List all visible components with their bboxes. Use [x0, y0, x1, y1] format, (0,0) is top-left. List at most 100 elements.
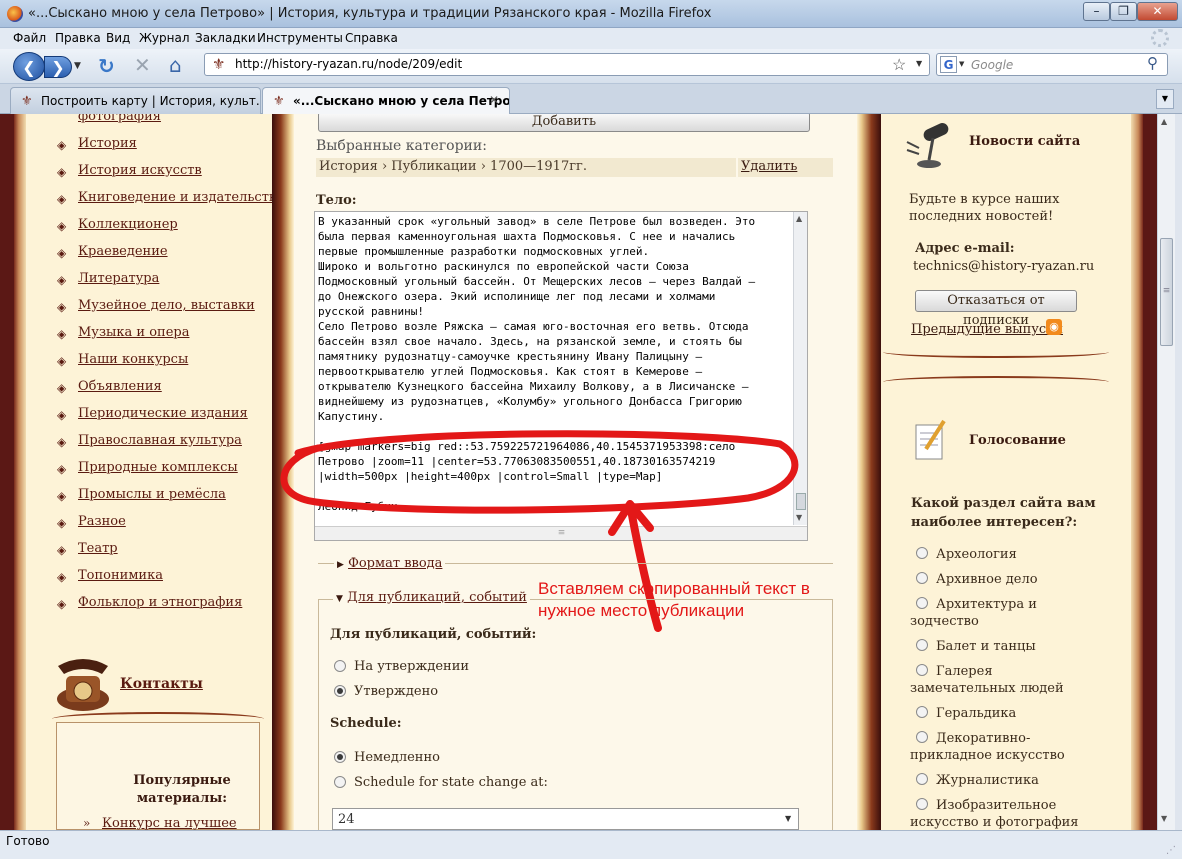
back-button[interactable]: ❮ — [13, 52, 45, 81]
sidebar-item-photo[interactable]: фотография — [78, 114, 161, 124]
poll-option-label[interactable]: Балет и танцы — [910, 638, 1090, 655]
tab-build-map[interactable]: ⚜ Построить карту | История, культ... — [10, 87, 261, 114]
sidebar-category-item[interactable]: История искусств — [78, 163, 202, 178]
body-line[interactable]: Село Петрово возле Ряжска — самая юго-во… — [318, 319, 755, 334]
url-dropdown-icon[interactable]: ▼ — [916, 59, 922, 68]
sidebar-category-item[interactable]: Периодические издания — [78, 406, 248, 421]
menu-edit[interactable]: Правка — [55, 31, 101, 45]
radio-approved[interactable] — [334, 685, 346, 697]
poll-title: Голосование — [969, 433, 1066, 448]
contacts-link[interactable]: Контакты — [120, 676, 203, 692]
page-content: фотография ◈ История ◈ История искусств ◈ Кни… — [0, 114, 1157, 830]
input-format-link[interactable]: Формат ввода — [348, 556, 442, 571]
radio-schedule[interactable] — [334, 776, 346, 788]
scroll-up-icon[interactable]: ▲ — [1161, 117, 1167, 126]
menu-bookmarks[interactable]: Закладки — [195, 31, 256, 45]
sidebar-category-item[interactable]: Объявления — [78, 379, 162, 394]
schedule-select[interactable]: 24 ▼ — [332, 808, 799, 830]
sidebar-category-item[interactable]: Топонимика — [78, 568, 163, 583]
engine-dropdown-icon[interactable]: ▼ — [959, 60, 964, 68]
add-button[interactable]: Добавить — [318, 114, 810, 132]
body-line[interactable]: была первая каменноугольная шахта Подмос… — [318, 229, 755, 244]
radio-schedule-label[interactable]: Schedule for state change at: — [354, 775, 548, 790]
radio-approved-label[interactable]: Утверждено — [354, 684, 438, 699]
sidebar-category-item[interactable]: Книговедение и издательство — [78, 190, 284, 205]
sidebar-category-item[interactable]: Театр — [78, 541, 118, 556]
email-value[interactable]: technics@history-ryazan.ru — [913, 259, 1094, 274]
sidebar-category-item[interactable]: Краеведение — [78, 244, 168, 259]
select-dropdown-icon[interactable]: ▼ — [785, 814, 791, 823]
sidebar-category-item[interactable]: Разное — [78, 514, 126, 529]
body-line[interactable]: памятнику рудознатцу-самоучке крестьянин… — [318, 349, 755, 364]
stop-icon[interactable]: ✕ — [134, 53, 151, 77]
history-dropdown-icon[interactable]: ▼ — [74, 61, 81, 71]
sidebar-category-item[interactable]: История — [78, 136, 137, 151]
poll-option-label[interactable]: Декоративно-прикладное искусство — [910, 730, 1090, 764]
poll-option-label[interactable]: Галерея замечательных людей — [910, 663, 1090, 697]
rss-icon[interactable]: ◉ — [1046, 319, 1062, 335]
body-line[interactable]: В указанный срок «угольный завод» в селе… — [318, 214, 755, 229]
poll-option-label[interactable]: Архитектура и зодчество — [910, 596, 1090, 630]
menu-tools[interactable]: Инструменты — [257, 31, 343, 45]
url-text[interactable]: http://history-ryazan.ru/node/209/edit — [235, 57, 462, 71]
bookmark-star-icon[interactable]: ☆ — [892, 55, 906, 74]
body-line[interactable]: первооткрывателю углей Подмосковья. Как … — [318, 364, 755, 379]
menu-file[interactable]: Файл — [13, 31, 46, 45]
poll-option-label[interactable]: Архивное дело — [910, 571, 1090, 588]
radio-pending-label[interactable]: На утверждении — [354, 659, 469, 674]
scroll-thumb[interactable]: ≡ — [1160, 238, 1173, 346]
reload-icon[interactable]: ↻ — [98, 54, 115, 78]
close-button[interactable]: ✕ — [1137, 2, 1178, 21]
previous-issues-link[interactable]: Предыдущие выпуски — [911, 322, 1063, 337]
unsubscribe-button[interactable]: Отказаться от подписки — [915, 290, 1077, 328]
body-line[interactable]: виднейшему из рудознатцев, «Колумбу» уго… — [318, 394, 755, 409]
tab-close-icon[interactable]: ✕ — [489, 93, 499, 107]
sidebar-category-item[interactable]: Музейное дело, выставки — [78, 298, 255, 313]
radio-pending[interactable] — [334, 660, 346, 672]
home-icon[interactable]: ⌂ — [169, 53, 182, 77]
sidebar-category-item[interactable]: Наши конкурсы — [78, 352, 188, 367]
sidebar-category-item[interactable]: Музыка и опера — [78, 325, 189, 340]
search-box[interactable]: G ▼ Google ⚲ — [936, 53, 1168, 76]
body-line[interactable]: открывателю Кузнецкого бассейна Михаилу … — [318, 379, 755, 394]
poll-option-label[interactable]: Археология — [910, 546, 1090, 563]
menu-view[interactable]: Вид — [106, 31, 130, 45]
maximize-button[interactable]: ❐ — [1110, 2, 1137, 21]
publication-legend[interactable]: ▼ Для публикаций, событий — [333, 590, 530, 605]
poll-option-label[interactable]: Изобразительное искусство и фотография — [910, 797, 1090, 830]
minimize-button[interactable]: – — [1083, 2, 1110, 21]
url-bar[interactable]: ⚜ http://history-ryazan.ru/node/209/edit… — [204, 53, 930, 76]
resize-grip-icon[interactable]: ⋰ — [1166, 845, 1176, 856]
delete-category-link[interactable]: Удалить — [741, 159, 797, 174]
sidebar-category-item[interactable]: Коллекционер — [78, 217, 178, 232]
tab-list-button[interactable]: ▼ — [1156, 89, 1174, 109]
sidebar-category-item[interactable]: Промыслы и ремёсла — [78, 487, 226, 502]
poll-option-label[interactable]: Журналистика — [910, 772, 1090, 789]
radio-immediately[interactable] — [334, 751, 346, 763]
body-line[interactable]: Широко и вольготно раскинулся по европей… — [318, 259, 755, 274]
popular-item[interactable]: Конкурс на лучшее — [102, 816, 237, 830]
page-scrollbar[interactable]: ▲ ≡ ▼ — [1157, 114, 1175, 830]
input-format-toggle[interactable]: ▶ Формат ввода — [334, 556, 446, 571]
body-line[interactable]: до Онежского озера. Экий исполинище лег … — [318, 289, 755, 304]
scroll-up-icon[interactable]: ▲ — [796, 214, 802, 223]
sidebar-category-item[interactable]: Природные комплексы — [78, 460, 238, 475]
search-icon[interactable]: ⚲ — [1147, 54, 1158, 72]
poll-option-label[interactable]: Геральдика — [910, 705, 1090, 722]
body-line[interactable]: русской равнины! — [318, 304, 755, 319]
google-engine-icon[interactable]: G — [940, 56, 957, 73]
radio-immediately-label[interactable]: Немедленно — [354, 750, 440, 765]
menu-history[interactable]: Журнал — [139, 31, 190, 45]
sidebar-category-item[interactable]: Фольклор и этнография — [78, 595, 242, 610]
forward-button[interactable]: ❯ — [44, 56, 72, 78]
body-line[interactable]: Подмосковный угольный бассейн. От Мещерс… — [318, 274, 755, 289]
body-line[interactable]: бассейн взял свое начало. Здесь, на ряза… — [318, 334, 755, 349]
sidebar-category-item[interactable]: Православная культура — [78, 433, 242, 448]
menu-help[interactable]: Справка — [345, 31, 398, 45]
body-line[interactable]: первые промышленные разработки подмосков… — [318, 244, 755, 259]
search-input[interactable]: Google — [971, 58, 1013, 72]
tab-active-page[interactable]: ⚜ «...Сыскано мною у села Петро... ✕ — [262, 87, 510, 114]
publication-legend-link[interactable]: Для публикаций, событий — [347, 590, 527, 605]
scroll-down-icon[interactable]: ▼ — [1161, 814, 1167, 823]
sidebar-category-item[interactable]: Литература — [78, 271, 159, 286]
